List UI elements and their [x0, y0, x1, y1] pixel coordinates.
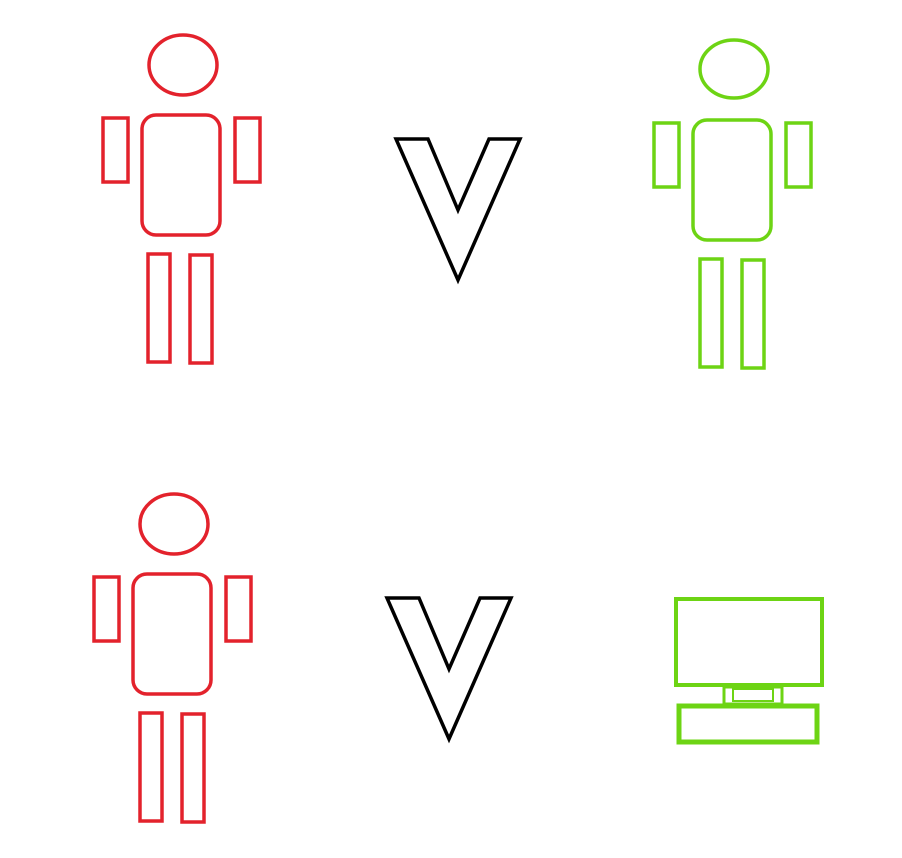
- person-left-arm: [101, 116, 130, 184]
- versus-v-shape: [384, 596, 514, 744]
- person-left-arm: [92, 575, 121, 643]
- person-left-leg: [138, 711, 164, 823]
- person-right-leg: [180, 712, 206, 824]
- person-head: [698, 38, 770, 100]
- row-2-left-person-icon: [92, 492, 253, 824]
- person-right-arm: [233, 116, 262, 184]
- row-2-right-computer-icon: [674, 597, 824, 745]
- computer-monitor: [674, 597, 824, 687]
- computer-stand-inner: [732, 688, 774, 702]
- person-torso: [140, 113, 222, 237]
- versus-v-shape: [393, 137, 523, 285]
- computer-base-unit: [676, 703, 820, 745]
- person-head: [138, 492, 210, 556]
- person-head: [147, 33, 219, 97]
- person-right-leg: [740, 258, 766, 370]
- diagram-canvas: [0, 0, 902, 858]
- person-right-leg: [188, 253, 214, 365]
- row-1-right-person-icon: [652, 38, 813, 370]
- row-2-versus-v-icon: [384, 596, 514, 744]
- person-left-leg: [146, 252, 172, 364]
- person-torso: [691, 118, 773, 242]
- person-right-arm: [784, 121, 813, 189]
- person-left-leg: [698, 257, 724, 369]
- diagram-svg: [92, 33, 824, 824]
- person-right-arm: [224, 575, 253, 643]
- row-1-left-person-icon: [101, 33, 262, 365]
- person-torso: [131, 572, 213, 696]
- person-left-arm: [652, 121, 681, 189]
- row-1-versus-v-icon: [393, 137, 523, 285]
